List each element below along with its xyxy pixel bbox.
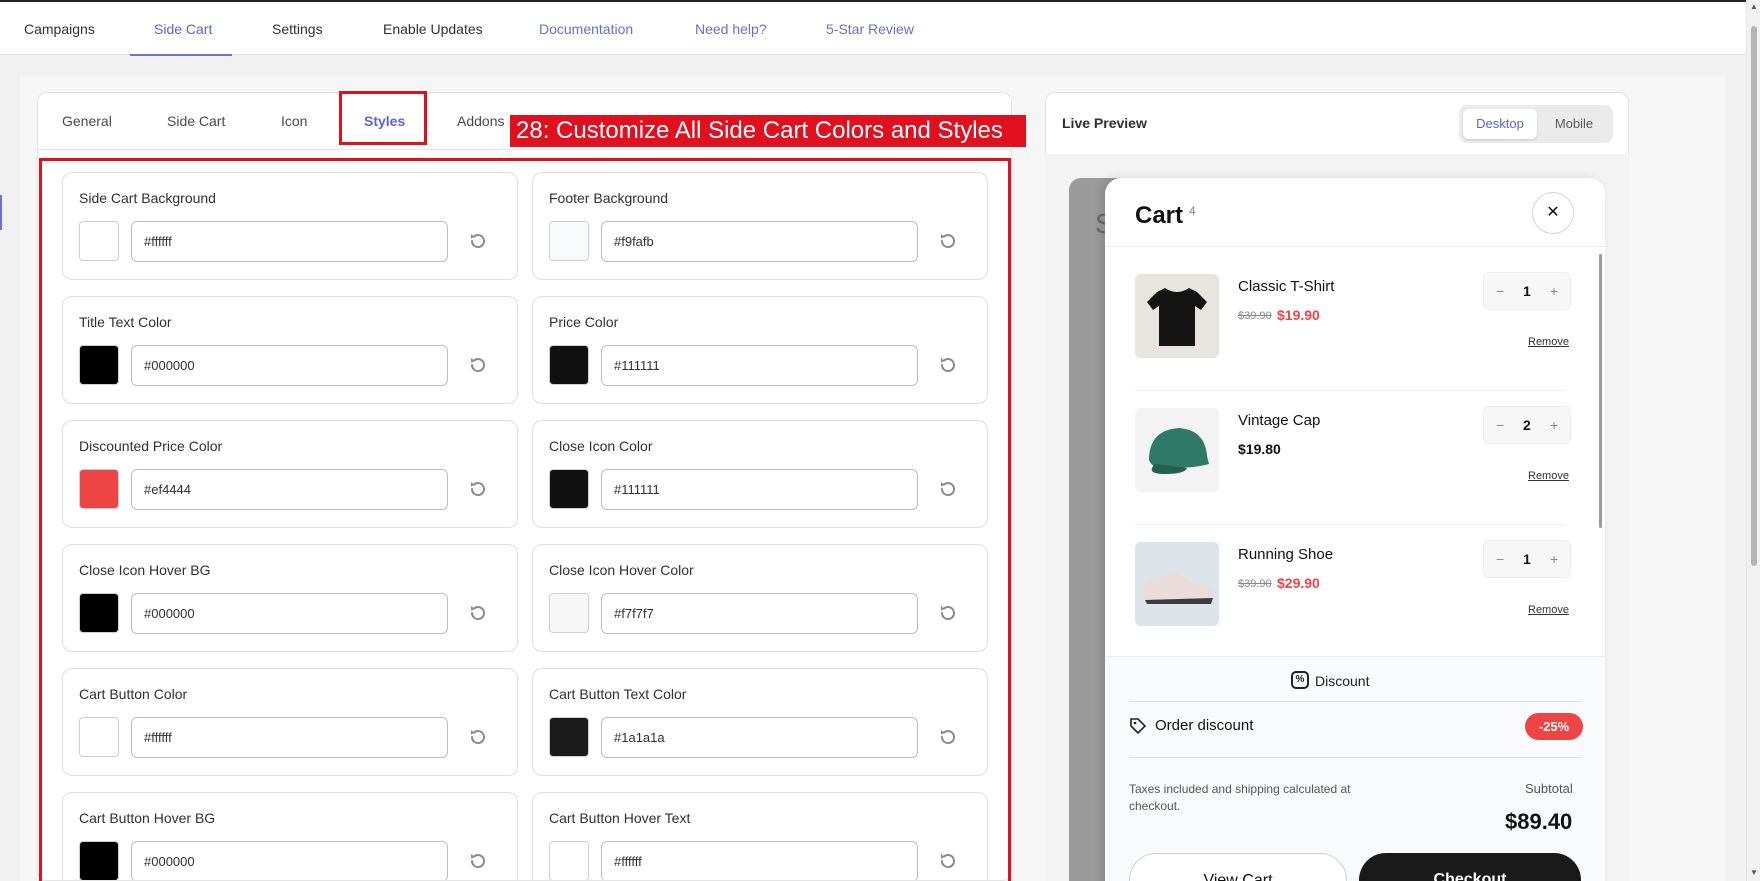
nav-enable-updates[interactable]: Enable Updates (383, 2, 483, 57)
tax-note: Taxes included and shipping calculated a… (1129, 782, 1351, 813)
subtab-icon[interactable]: Icon (281, 93, 307, 150)
shoe-icon (1135, 542, 1219, 626)
cart-item: Classic T-Shirt $39.90 $19.90 − 1 + Remo… (1135, 256, 1571, 390)
quantity-stepper: − 1 + (1483, 540, 1571, 578)
preview-stage: S Cart 4 ✕ Classic T-Shirt $39.90 $19.90… (1045, 154, 1629, 881)
desktop-toggle-button[interactable]: Desktop (1463, 109, 1537, 139)
color-grid-highlight (39, 158, 1011, 881)
item-name: Vintage Cap (1238, 412, 1321, 429)
cap-icon (1135, 408, 1219, 492)
top-navigation: Campaigns Side Cart Settings Enable Upda… (0, 0, 1746, 57)
item-price: $29.90 (1277, 575, 1320, 591)
tshirt-icon (1135, 274, 1219, 358)
scroll-down-arrow-icon[interactable]: ▼ (1750, 868, 1758, 877)
decrease-icon[interactable]: − (1496, 541, 1504, 577)
cart-items-scrollbar[interactable] (1599, 254, 1602, 528)
increase-icon[interactable]: + (1550, 407, 1558, 443)
step-annotation-banner: 28: Customize All Side Cart Colors and S… (510, 115, 1026, 147)
remove-link[interactable]: Remove (1528, 604, 1569, 616)
item-price: $19.90 (1277, 307, 1320, 323)
live-preview-title: Live Preview (1062, 115, 1147, 131)
decrease-icon[interactable]: − (1496, 273, 1504, 309)
device-toggle: Desktop Mobile (1459, 105, 1613, 143)
cart-header-divider (1105, 246, 1605, 247)
item-name: Running Shoe (1238, 546, 1334, 563)
quantity-value: 1 (1523, 283, 1531, 299)
tshirt-thumbnail (1135, 274, 1219, 358)
nav-need-help[interactable]: Need help? (695, 2, 767, 57)
nav-active-indicator (130, 54, 232, 56)
cart-item: Running Shoe $39.90 $29.90 − 1 + Remove (1135, 524, 1571, 658)
discount-percent-icon: % (1291, 671, 1309, 689)
tag-icon (1130, 718, 1147, 735)
increase-icon[interactable]: + (1550, 541, 1558, 577)
cap-thumbnail (1135, 408, 1219, 492)
close-icon: ✕ (1546, 204, 1560, 221)
quantity-value: 1 (1523, 551, 1531, 567)
footer-divider (1129, 757, 1581, 758)
decrease-icon[interactable]: − (1496, 407, 1504, 443)
sidebar-edge-indicator (0, 195, 2, 230)
item-name: Classic T-Shirt (1238, 278, 1335, 295)
subtab-side-cart[interactable]: Side Cart (167, 93, 225, 150)
subtab-addons[interactable]: Addons (457, 93, 504, 150)
nav-side-cart[interactable]: Side Cart (154, 2, 212, 57)
increase-icon[interactable]: + (1550, 273, 1558, 309)
order-discount-label: Order discount (1155, 717, 1254, 734)
scroll-up-arrow-icon[interactable]: ▲ (1750, 2, 1758, 11)
quantity-stepper: − 2 + (1483, 406, 1571, 444)
quantity-value: 2 (1523, 417, 1531, 433)
page-scrollbar[interactable]: ▲ ▼ (1746, 0, 1760, 881)
cart-item: Vintage Cap $19.80 − 2 + Remove (1135, 390, 1571, 524)
nav-documentation[interactable]: Documentation (539, 2, 633, 57)
discount-badge: -25% (1525, 713, 1583, 740)
item-old-price: $39.90 (1238, 578, 1272, 590)
cart-count: 4 (1189, 204, 1196, 218)
mobile-toggle-button[interactable]: Mobile (1539, 109, 1609, 139)
nav-settings[interactable]: Settings (272, 2, 323, 57)
subtab-general[interactable]: General (62, 93, 112, 150)
footer-divider (1129, 701, 1581, 702)
cart-title: Cart (1135, 202, 1184, 229)
scrollbar-thumb[interactable] (1751, 26, 1757, 566)
remove-link[interactable]: Remove (1528, 336, 1569, 348)
shoe-thumbnail (1135, 542, 1219, 626)
nav-five-star-review[interactable]: 5-Star Review (826, 2, 914, 57)
cart-footer: % Discount Order discount -25% Taxes inc… (1105, 656, 1605, 881)
item-price: $19.80 (1238, 441, 1281, 457)
subtotal-value: $89.40 (1505, 809, 1573, 834)
subtotal-label: Subtotal (1525, 781, 1573, 796)
discount-heading[interactable]: Discount (1315, 673, 1369, 689)
quantity-stepper: − 1 + (1483, 272, 1571, 310)
cart-close-button[interactable]: ✕ (1532, 192, 1574, 234)
checkout-button[interactable]: Checkout (1359, 853, 1581, 881)
side-cart-drawer: Cart 4 ✕ Classic T-Shirt $39.90 $19.90 −… (1105, 178, 1605, 881)
remove-link[interactable]: Remove (1528, 470, 1569, 482)
item-old-price: $39.90 (1238, 310, 1272, 322)
view-cart-button[interactable]: View Cart (1129, 853, 1347, 881)
nav-campaigns[interactable]: Campaigns (24, 2, 95, 57)
styles-tab-highlight (339, 91, 427, 145)
